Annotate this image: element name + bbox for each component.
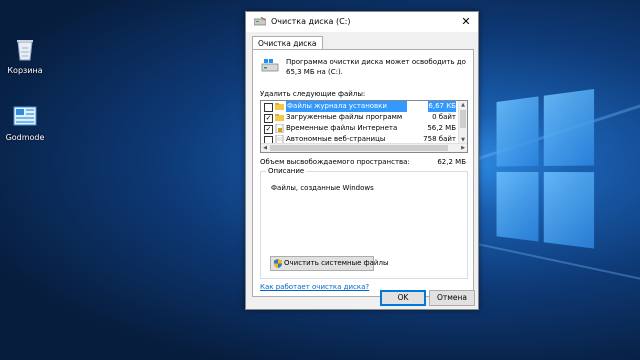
lock-file-icon bbox=[275, 124, 284, 133]
checkbox[interactable] bbox=[264, 103, 273, 112]
cancel-button[interactable]: Отмена bbox=[429, 290, 475, 306]
drive-icon bbox=[261, 59, 279, 73]
folder-icon bbox=[275, 113, 284, 122]
desktop-icon-label: Godmode bbox=[1, 133, 49, 142]
button-label: Очистить системные файлы bbox=[284, 257, 388, 270]
close-icon: ✕ bbox=[461, 15, 470, 28]
file-name: Загруженные файлы программ bbox=[286, 112, 406, 123]
tab-panel: Программа очистки диска может освободить… bbox=[252, 49, 474, 297]
title-bar[interactable]: Очистка диска (C:) ✕ bbox=[246, 12, 478, 32]
list-item[interactable]: ✓ Загруженные файлы программ 0 байт bbox=[261, 112, 459, 123]
file-size: 0 байт bbox=[432, 112, 456, 123]
shield-icon bbox=[274, 259, 282, 268]
dialog-title: Очистка диска (C:) bbox=[271, 17, 351, 26]
scroll-thumb[interactable] bbox=[460, 110, 466, 128]
intro-text: Программа очистки диска может освободить… bbox=[286, 57, 466, 77]
description-group: Описание Файлы, созданные Windows Очисти… bbox=[260, 171, 468, 279]
windows-logo bbox=[497, 89, 597, 253]
files-list[interactable]: Файлы журнала установки 6,67 КБ ✓ Загруж… bbox=[260, 100, 468, 153]
help-link[interactable]: Как работает очистка диска? bbox=[260, 283, 369, 291]
scroll-left-icon[interactable]: ◀ bbox=[261, 144, 269, 152]
checkbox[interactable]: ✓ bbox=[264, 125, 273, 134]
list-item[interactable]: ✓ Временные файлы Интернета 56,2 МБ bbox=[261, 123, 459, 134]
recycle-bin-icon bbox=[12, 36, 38, 62]
space-gained-value: 62,2 МБ bbox=[437, 158, 466, 166]
list-item[interactable]: Файлы журнала установки 6,67 КБ bbox=[261, 101, 459, 112]
scroll-up-icon[interactable]: ▲ bbox=[459, 101, 467, 109]
file-size: 56,2 МБ bbox=[427, 123, 456, 134]
file-size: 6,67 КБ bbox=[428, 101, 456, 112]
checkbox[interactable]: ✓ bbox=[264, 114, 273, 123]
file-name: Временные файлы Интернета bbox=[286, 123, 406, 134]
file-name: Файлы журнала установки bbox=[286, 101, 407, 112]
close-button[interactable]: ✕ bbox=[458, 14, 474, 30]
horizontal-scrollbar[interactable]: ◀ ▶ bbox=[261, 143, 467, 152]
space-gained-label: Объем высвобождаемого пространства: bbox=[260, 158, 410, 166]
folder-icon bbox=[275, 102, 284, 111]
disk-cleanup-icon bbox=[254, 17, 266, 26]
ok-button[interactable]: OK bbox=[380, 290, 426, 306]
vertical-scrollbar[interactable]: ▲ ▼ bbox=[458, 101, 467, 144]
control-panel-icon bbox=[12, 103, 38, 129]
clean-system-files-button[interactable]: Очистить системные файлы bbox=[270, 256, 374, 271]
disk-cleanup-dialog: Очистка диска (C:) ✕ Очистка диска Прогр… bbox=[245, 11, 479, 310]
description-legend: Описание bbox=[266, 167, 306, 175]
files-list-label: Удалить следующие файлы: bbox=[260, 90, 365, 98]
desktop-icon-recycle-bin[interactable]: Корзина bbox=[1, 36, 49, 75]
scroll-thumb[interactable] bbox=[270, 145, 448, 151]
desktop-icon-label: Корзина bbox=[1, 66, 49, 75]
description-text: Файлы, созданные Windows bbox=[271, 184, 374, 192]
tab-disk-cleanup[interactable]: Очистка диска bbox=[252, 36, 323, 50]
scroll-right-icon[interactable]: ▶ bbox=[459, 144, 467, 152]
desktop-icon-godmode[interactable]: Godmode bbox=[1, 103, 49, 142]
